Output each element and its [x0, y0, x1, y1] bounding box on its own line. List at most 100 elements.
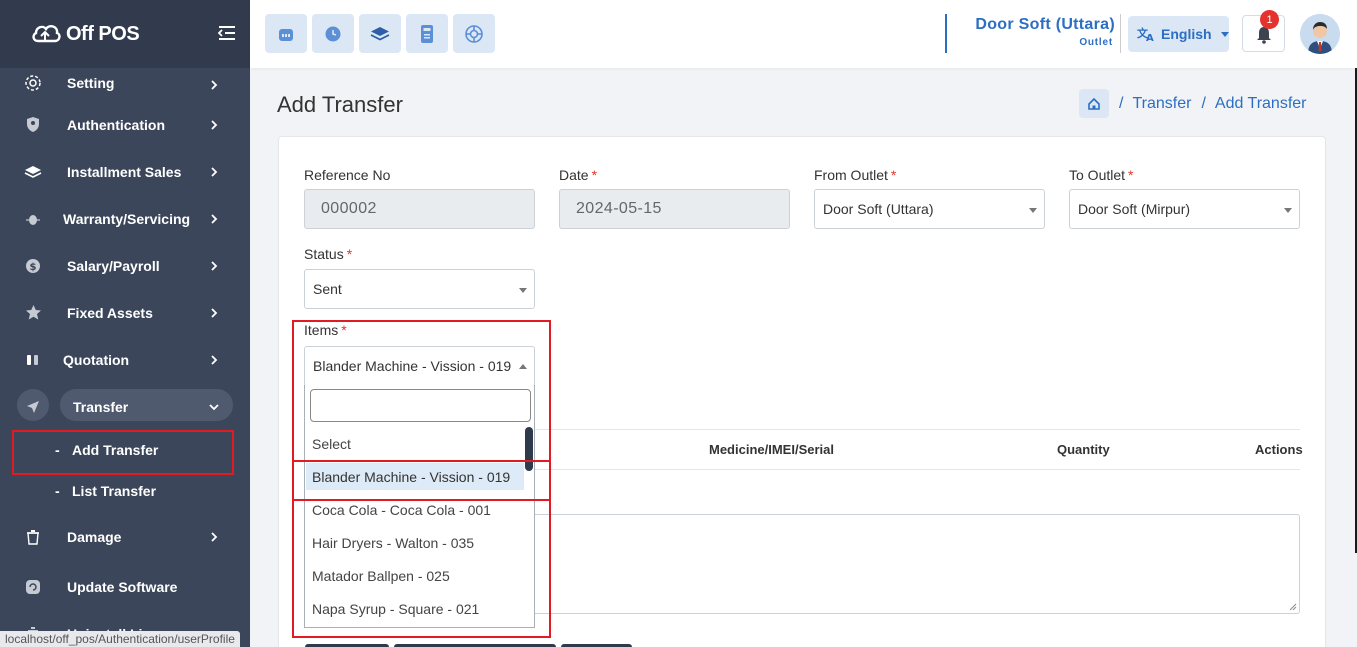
dropdown-option[interactable]: Select	[306, 430, 524, 457]
dash: -	[55, 482, 60, 499]
chevron-right-icon	[211, 260, 218, 271]
to-outlet-label: To Outlet *	[1069, 167, 1133, 183]
required-mark: *	[341, 322, 347, 338]
date-input[interactable]: 2024-05-15	[559, 189, 790, 229]
sidebar-item-warranty-servicing[interactable]: Warranty/Servicing	[0, 195, 250, 242]
sidebar-item-update-software[interactable]: Update Software	[0, 563, 250, 610]
support-shortcut-button[interactable]	[453, 14, 495, 53]
sidebar-item-label: Damage	[67, 529, 122, 545]
quote-icon	[24, 351, 42, 369]
layers-shortcut-button[interactable]	[359, 14, 401, 53]
breadcrumb-separator: /	[1119, 94, 1124, 112]
sidebar-item-damage[interactable]: Damage	[0, 511, 250, 563]
sidebar: Off POS Setting Authentication Installme…	[0, 0, 250, 647]
dollar-icon: $	[24, 257, 42, 275]
chevron-right-icon	[211, 307, 218, 318]
register-icon	[279, 28, 293, 41]
clock-icon	[325, 26, 341, 41]
chevron-down-icon	[209, 403, 219, 410]
from-outlet-label: From Outlet *	[814, 167, 896, 183]
svg-text:$: $	[30, 262, 37, 273]
from-outlet-select[interactable]: Door Soft (Uttara)	[814, 189, 1045, 229]
shield-icon	[24, 116, 42, 134]
from-outlet-label-text: From Outlet	[814, 167, 888, 183]
dropdown-option-highlighted[interactable]: Blander Machine - Vission - 019	[306, 463, 524, 490]
topbar: Door Soft (Uttara) Outlet 文A English 1	[250, 0, 1357, 68]
chevron-right-icon	[211, 119, 218, 130]
outlet-switcher[interactable]: Door Soft (Uttara) Outlet	[945, 14, 1115, 53]
items-label-text: Items	[304, 322, 339, 338]
required-mark: *	[890, 167, 897, 183]
items-dropdown: Select Blander Machine - Vission - 019 C…	[304, 385, 535, 628]
sidebar-item-label: Update Software	[67, 578, 178, 595]
bug-icon	[24, 210, 42, 228]
resize-handle-icon[interactable]	[1289, 603, 1297, 611]
caret-down-icon	[1284, 208, 1292, 213]
layers-icon	[370, 26, 390, 41]
sidebar-item-quotation[interactable]: Quotation	[0, 336, 250, 383]
breadcrumb: / Transfer / Add Transfer	[1079, 89, 1307, 118]
gear-icon	[24, 74, 42, 92]
sidebar-item-salary-payroll[interactable]: $ Salary/Payroll	[0, 242, 250, 289]
calculator-shortcut-button[interactable]	[406, 14, 448, 53]
caret-down-icon	[1220, 31, 1229, 37]
status-select[interactable]: Sent	[304, 269, 535, 309]
from-outlet-value: Door Soft (Uttara)	[823, 201, 934, 217]
status-value: Sent	[313, 281, 342, 297]
sidebar-item-label: Fixed Assets	[67, 304, 153, 321]
sidebar-item-authentication[interactable]: Authentication	[0, 101, 250, 148]
refresh-icon	[24, 578, 42, 596]
pos-shortcut-button[interactable]	[265, 14, 307, 53]
dropdown-option[interactable]: Hair Dryers - Walton - 035	[306, 529, 524, 556]
chevron-right-icon	[211, 80, 218, 90]
required-mark: *	[591, 167, 598, 183]
sidebar-subitem-list-transfer[interactable]: - List Transfer	[0, 470, 250, 511]
logo-text: Off POS	[66, 22, 140, 45]
chevron-right-icon	[211, 532, 218, 542]
date-label: Date *	[559, 167, 597, 183]
sidebar-item-label: Transfer	[73, 398, 129, 415]
notification-count-badge: 1	[1260, 10, 1279, 29]
col-header-quantity: Quantity	[1057, 442, 1110, 457]
sidebar-item-label: Quotation	[63, 351, 130, 368]
required-mark: *	[346, 246, 353, 262]
support-icon	[465, 24, 483, 43]
dropdown-scrollbar[interactable]	[525, 427, 533, 471]
breadcrumb-separator: /	[1201, 94, 1206, 112]
sidebar-item-label: Warranty/Servicing	[63, 210, 191, 227]
language-selector[interactable]: 文A English	[1128, 16, 1229, 52]
user-avatar-icon	[1300, 14, 1340, 54]
caret-down-icon	[1029, 208, 1037, 213]
cloud-logo-icon	[32, 25, 61, 43]
sidebar-subitem-add-transfer[interactable]: - Add Transfer	[0, 430, 250, 475]
chevron-right-icon	[211, 166, 218, 177]
breadcrumb-transfer[interactable]: Transfer	[1132, 95, 1191, 113]
col-header-actions: Actions	[1255, 442, 1303, 457]
sidebar-item-transfer[interactable]: Transfer	[0, 383, 250, 430]
sidebar-item-label: Authentication	[67, 116, 165, 133]
dash: -	[55, 442, 60, 458]
reference-input[interactable]: 000002	[304, 189, 535, 229]
to-outlet-value: Door Soft (Mirpur)	[1078, 201, 1191, 217]
layers-icon	[24, 163, 42, 181]
dropdown-option[interactable]: Napa Syrup - Square - 021	[306, 595, 524, 622]
dropdown-search-input[interactable]	[310, 389, 531, 422]
items-select[interactable]: Blander Machine - Vission - 019	[304, 346, 535, 386]
clock-shortcut-button[interactable]	[312, 14, 354, 53]
avatar[interactable]	[1300, 14, 1340, 54]
collapse-menu-icon[interactable]	[216, 24, 236, 42]
sidebar-menu: Setting Authentication Installment Sales…	[0, 68, 250, 647]
required-mark: *	[1128, 167, 1134, 183]
dropdown-option[interactable]: Coca Cola - Coca Cola - 001	[306, 496, 524, 523]
trash-icon	[24, 528, 42, 546]
chevron-right-icon	[211, 354, 218, 365]
status-label-text: Status	[304, 246, 344, 262]
dropdown-option[interactable]: Matador Ballpen - 025	[306, 562, 524, 589]
sidebar-item-installment-sales[interactable]: Installment Sales	[0, 148, 250, 195]
sidebar-item-label: Setting	[67, 75, 115, 91]
breadcrumb-add-transfer: Add Transfer	[1214, 94, 1307, 112]
to-outlet-select[interactable]: Door Soft (Mirpur)	[1069, 189, 1300, 229]
home-icon[interactable]	[1079, 89, 1109, 118]
sidebar-item-setting[interactable]: Setting	[0, 68, 250, 101]
sidebar-item-fixed-assets[interactable]: Fixed Assets	[0, 289, 250, 336]
